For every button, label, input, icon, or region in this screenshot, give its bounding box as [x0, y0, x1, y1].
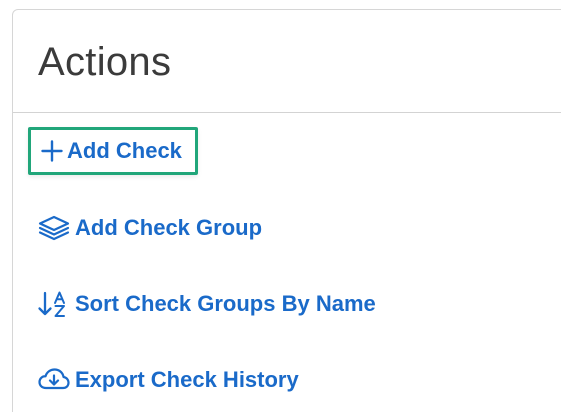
- export-check-history-label: Export Check History: [75, 367, 299, 392]
- add-check-group-link[interactable]: Add Check Group: [37, 214, 262, 242]
- actions-panel: Actions: [12, 9, 561, 412]
- add-check-label: Add Check: [67, 138, 182, 163]
- sort-check-groups-label: Sort Check Groups By Name: [75, 291, 376, 316]
- cloud-download-icon: [37, 366, 71, 394]
- panel-title: Actions: [38, 40, 172, 84]
- actions-panel-header: Actions: [13, 10, 561, 113]
- layers-icon: [37, 214, 71, 242]
- sort-check-groups-link[interactable]: Sort Check Groups By Name: [37, 290, 376, 318]
- sort-alpha-down-icon: [37, 290, 71, 318]
- add-check-group-label: Add Check Group: [75, 215, 263, 240]
- plus-icon: [41, 140, 63, 162]
- add-check-link[interactable]: Add Check: [28, 127, 198, 175]
- export-check-history-link[interactable]: Export Check History: [37, 366, 299, 394]
